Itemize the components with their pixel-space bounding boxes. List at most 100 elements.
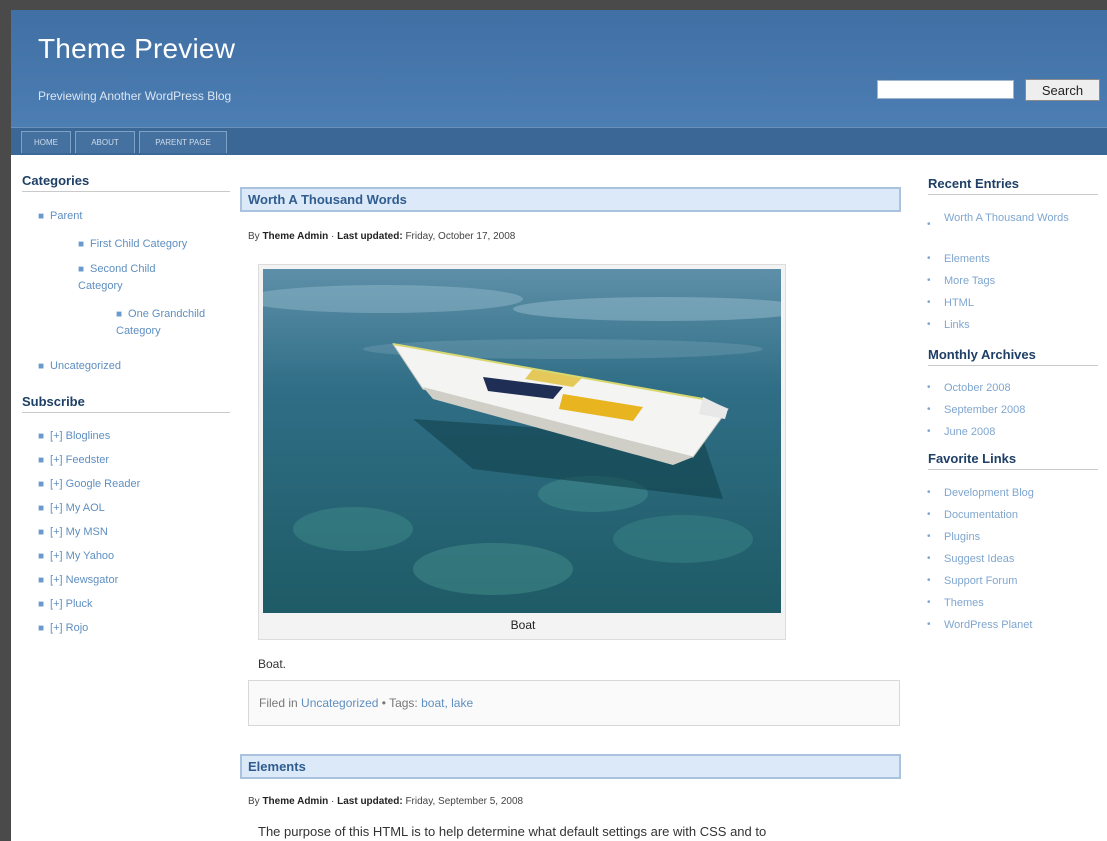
subscribe-item[interactable]: ■ [+] Google Reader (38, 476, 140, 493)
byline-author: Theme Admin (262, 796, 329, 807)
plus-icon: [+] (50, 622, 63, 634)
archive-link[interactable]: October 2008 (944, 380, 1011, 397)
category-label: Uncategorized (50, 360, 121, 372)
plus-icon: [+] (50, 574, 63, 586)
favorite-link[interactable]: Plugins (944, 529, 980, 546)
search-button[interactable]: Search (1025, 79, 1100, 101)
bullet-icon: • (927, 319, 931, 330)
recent-entry-link[interactable]: Elements (944, 251, 990, 268)
monthly-archives-heading: Monthly Archives (928, 347, 1098, 366)
post-title[interactable]: Worth A Thousand Words (240, 187, 901, 212)
bullet-icon: ■ (38, 431, 45, 442)
favorite-link[interactable]: WordPress Planet (944, 617, 1032, 634)
subscribe-item[interactable]: ■ [+] Bloglines (38, 428, 110, 445)
bullet-icon: • (927, 426, 931, 437)
category-item[interactable]: ■ Second Child Category (78, 261, 193, 295)
byline-date: Friday, October 17, 2008 (405, 231, 516, 242)
subscribe-heading: Subscribe (22, 394, 230, 413)
plus-icon: [+] (50, 478, 63, 490)
main-nav: HOME ABOUT PARENT PAGE (11, 127, 1107, 155)
subscribe-label: Pluck (65, 598, 93, 610)
site-title[interactable]: Theme Preview (38, 33, 235, 65)
byline-separator: · (330, 231, 335, 242)
favorite-link[interactable]: Documentation (944, 507, 1018, 524)
category-item[interactable]: ■ One Grandchild Category (116, 306, 234, 340)
post-body: Boat. (258, 657, 287, 671)
image-caption: Boat (510, 618, 536, 632)
subscribe-item[interactable]: ■ [+] My AOL (38, 500, 105, 517)
bullet-icon: • (927, 575, 931, 586)
byline-updated-label: Last updated: (337, 231, 403, 242)
subscribe-label: Google Reader (65, 478, 141, 490)
subscribe-item[interactable]: ■ [+] Rojo (38, 620, 88, 637)
plus-icon: [+] (50, 430, 63, 442)
tag-links[interactable]: boat, lake (421, 696, 473, 710)
bullet-icon: • (927, 219, 931, 230)
site-header: Theme Preview Previewing Another WordPre… (11, 10, 1107, 127)
subscribe-label: My Yahoo (65, 550, 115, 562)
favorite-link[interactable]: Suggest Ideas (944, 551, 1014, 568)
plus-icon: [+] (50, 502, 63, 514)
tags-label: • Tags: (381, 696, 418, 710)
bullet-icon: • (927, 553, 931, 564)
bullet-icon: ■ (38, 575, 45, 586)
category-label: One Grandchild Category (116, 308, 206, 337)
post-byline: By Theme Admin · Last updated: Friday, O… (248, 231, 515, 242)
subscribe-label: Bloglines (65, 430, 111, 442)
search-input[interactable] (877, 80, 1014, 99)
bullet-icon: ■ (38, 361, 45, 372)
bullet-icon: ■ (38, 503, 45, 514)
bullet-icon: ■ (38, 527, 45, 538)
plus-icon: [+] (50, 526, 63, 538)
favorite-link[interactable]: Themes (944, 595, 984, 612)
category-link[interactable]: Uncategorized (301, 696, 378, 710)
bullet-icon: • (927, 619, 931, 630)
subscribe-label: My MSN (65, 526, 108, 538)
category-item[interactable]: ■ Uncategorized (38, 358, 121, 375)
favorite-link[interactable]: Support Forum (944, 573, 1017, 590)
byline-separator: · (330, 796, 335, 807)
post-body: The purpose of this HTML is to help dete… (258, 824, 767, 839)
bullet-icon: • (927, 509, 931, 520)
subscribe-item[interactable]: ■ [+] My MSN (38, 524, 108, 541)
byline-by: By (248, 796, 260, 807)
subscribe-item[interactable]: ■ [+] My Yahoo (38, 548, 114, 565)
bullet-icon: • (927, 275, 931, 286)
subscribe-label: Feedster (65, 454, 110, 466)
bullet-icon: • (927, 531, 931, 542)
bullet-icon: ■ (38, 551, 45, 562)
post-byline: By Theme Admin · Last updated: Friday, S… (248, 796, 523, 807)
bullet-icon: ■ (38, 211, 45, 222)
category-item[interactable]: ■ First Child Category (78, 236, 228, 253)
archive-link[interactable]: September 2008 (944, 402, 1025, 419)
recent-entry-link[interactable]: Links (944, 317, 970, 334)
byline-updated-label: Last updated: (337, 796, 403, 807)
post-title[interactable]: Elements (240, 754, 901, 779)
subscribe-item[interactable]: ■ [+] Feedster (38, 452, 109, 469)
recent-entry-link[interactable]: More Tags (944, 273, 995, 290)
bullet-icon: ■ (78, 264, 85, 275)
archive-link[interactable]: June 2008 (944, 424, 995, 441)
tab-home[interactable]: HOME (21, 131, 71, 153)
recent-entry-link[interactable]: HTML (944, 295, 974, 312)
tab-parent-page[interactable]: PARENT PAGE (139, 131, 227, 153)
tab-about[interactable]: ABOUT (75, 131, 135, 153)
subscribe-label: Rojo (65, 622, 89, 634)
bullet-icon: • (927, 297, 931, 308)
category-label: Second Child Category (78, 263, 156, 292)
bullet-icon: • (927, 404, 931, 415)
categories-heading: Categories (22, 173, 230, 192)
subscribe-label: My AOL (65, 502, 105, 514)
favorite-link[interactable]: Development Blog (944, 485, 1034, 502)
category-label: Parent (50, 210, 83, 222)
recent-entry-link[interactable]: Worth A Thousand Words (944, 210, 1074, 227)
boat-photo[interactable] (263, 269, 781, 613)
recent-entries-heading: Recent Entries (928, 176, 1098, 195)
byline-date: Friday, September 5, 2008 (405, 796, 524, 807)
category-item[interactable]: ■ Parent (38, 208, 82, 225)
bullet-icon: ■ (38, 599, 45, 610)
subscribe-item[interactable]: ■ [+] Pluck (38, 596, 93, 613)
site-description: Previewing Another WordPress Blog (38, 89, 232, 103)
subscribe-item[interactable]: ■ [+] Newsgator (38, 572, 118, 589)
subscribe-label: Newsgator (65, 574, 119, 586)
